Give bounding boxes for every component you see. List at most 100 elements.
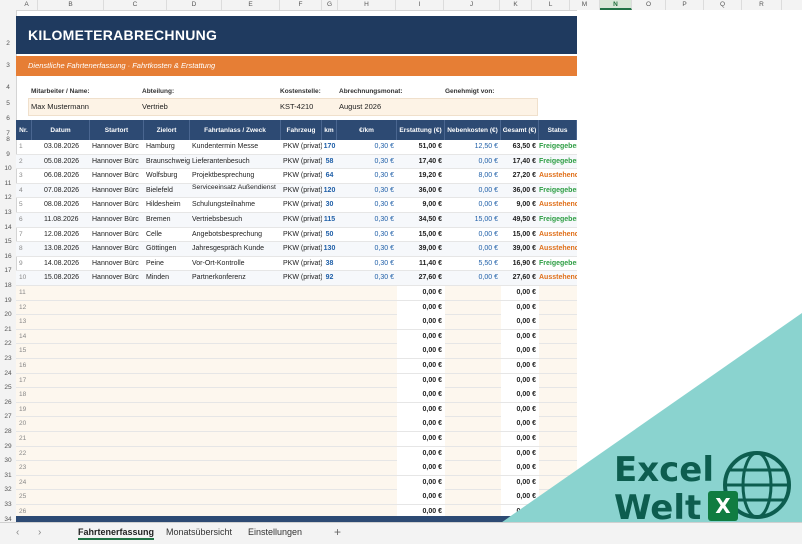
cell-neben[interactable] — [445, 286, 501, 300]
cell-start[interactable] — [90, 461, 144, 475]
cell-nr[interactable]: 5 — [16, 198, 32, 212]
cell-erst[interactable]: 0,00 € — [397, 446, 445, 461]
meta-value-name[interactable]: Max Mustermann — [31, 102, 89, 111]
column-header-h[interactable]: H — [338, 0, 396, 10]
row-header[interactable]: 29 — [0, 441, 16, 453]
cell-status[interactable]: Freigegeben — [539, 155, 577, 169]
cell-fahrzeug[interactable] — [281, 330, 322, 344]
column-header-c[interactable]: C — [104, 0, 167, 10]
cell-erst[interactable]: 0,00 € — [397, 315, 445, 330]
row-header[interactable]: 22 — [0, 338, 16, 350]
column-header-d[interactable]: D — [167, 0, 222, 10]
cell-ziel[interactable]: Minden — [144, 271, 190, 285]
table-row[interactable]: 7 12.08.2026 Hannover Bürc Celle Angebotsbes… — [16, 228, 577, 243]
cell-fahrzeug[interactable]: PKW (privat) — [281, 169, 322, 183]
cell-km[interactable] — [322, 447, 337, 461]
cell-ziel[interactable]: Wolfsburg — [144, 169, 190, 183]
cell-status[interactable] — [539, 286, 577, 300]
tab-einstellungen[interactable]: Einstellungen — [248, 527, 302, 537]
cell-ziel[interactable] — [144, 315, 190, 329]
cell-ziel[interactable]: Peine — [144, 257, 190, 271]
cell-km[interactable] — [322, 490, 337, 504]
row-header[interactable]: 28 — [0, 426, 16, 438]
cell-nr[interactable]: 21 — [16, 432, 32, 446]
cell-datum[interactable]: 12.08.2026 — [32, 228, 90, 242]
cell-erst[interactable]: 27,60 € — [397, 271, 445, 285]
cell-erst[interactable]: 19,20 € — [397, 169, 445, 183]
column-header-o[interactable]: O — [632, 0, 666, 10]
cell-start[interactable] — [90, 286, 144, 300]
cell-km[interactable]: 38 — [322, 257, 337, 271]
row-header[interactable]: 31 — [0, 470, 16, 482]
cell-erst[interactable]: 0,00 € — [397, 417, 445, 432]
column-header-m[interactable]: M — [570, 0, 600, 10]
cell-neben[interactable]: 0,00 € — [445, 184, 501, 198]
scroll-right-icon[interactable]: › — [38, 527, 41, 538]
cell-zweck[interactable]: Vor-Ort-Kontrolle — [190, 257, 281, 271]
cell-km[interactable] — [322, 344, 337, 358]
table-row[interactable]: 9 14.08.2026 Hannover Bürc Peine Vor-Ort-Kon… — [16, 257, 577, 272]
cell-zweck[interactable] — [190, 330, 281, 344]
cell-erst[interactable]: 0,00 € — [397, 490, 445, 505]
cell-start[interactable]: Hannover Bürc — [90, 213, 144, 227]
cell-ziel[interactable]: Hildesheim — [144, 198, 190, 212]
cell-km[interactable]: 120 — [322, 184, 337, 198]
cell-erst[interactable]: 11,40 € — [397, 257, 445, 271]
cell-gesamt[interactable]: 17,40 € — [501, 155, 539, 169]
row-header[interactable]: 9 — [0, 149, 16, 161]
cell-datum[interactable] — [32, 417, 90, 431]
cell-datum[interactable]: 06.08.2026 — [32, 169, 90, 183]
cell-datum[interactable] — [32, 315, 90, 329]
cell-zweck[interactable]: Angebotsbesprechung — [190, 228, 281, 242]
cell-datum[interactable] — [32, 447, 90, 461]
cell-nr[interactable]: 20 — [16, 417, 32, 431]
cell-fahrzeug[interactable]: PKW (privat) — [281, 213, 322, 227]
cell-datum[interactable] — [32, 388, 90, 402]
cell-gesamt[interactable]: 27,60 € — [501, 271, 539, 285]
cell-erst[interactable]: 0,00 € — [397, 344, 445, 359]
cell-datum[interactable] — [32, 301, 90, 315]
cell-datum[interactable] — [32, 359, 90, 373]
row-header[interactable]: 5 — [0, 98, 16, 110]
cell-eurkm[interactable]: 0,30 € — [337, 169, 397, 183]
cell-nr[interactable]: 1 — [16, 140, 32, 154]
cell-eurkm[interactable]: 0,30 € — [337, 228, 397, 242]
cell-km[interactable] — [322, 301, 337, 315]
cell-start[interactable] — [90, 432, 144, 446]
cell-fahrzeug[interactable] — [281, 447, 322, 461]
table-header-cell[interactable]: Datum — [32, 120, 90, 140]
cell-start[interactable] — [90, 476, 144, 490]
cell-nr[interactable]: 18 — [16, 388, 32, 402]
cell-status[interactable]: Ausstehend — [539, 169, 577, 183]
cell-status[interactable]: Ausstehend — [539, 228, 577, 242]
cell-nr[interactable]: 4 — [16, 184, 32, 198]
column-header-j[interactable]: J — [444, 0, 500, 10]
cell-fahrzeug[interactable] — [281, 301, 322, 315]
cell-km[interactable] — [322, 315, 337, 329]
cell-datum[interactable]: 15.08.2026 — [32, 271, 90, 285]
column-header-p[interactable]: P — [666, 0, 704, 10]
table-header-cell[interactable]: km — [322, 120, 337, 140]
cell-erst[interactable]: 0,00 € — [397, 402, 445, 417]
table-row[interactable]: 5 08.08.2026 Hannover Bürc Hildesheim Schulu… — [16, 198, 577, 213]
column-header-e[interactable]: E — [222, 0, 280, 10]
cell-start[interactable] — [90, 490, 144, 504]
cell-datum[interactable] — [32, 344, 90, 358]
cell-nr[interactable]: 12 — [16, 301, 32, 315]
row-header[interactable]: 11 — [0, 178, 16, 190]
cell-nr[interactable]: 16 — [16, 359, 32, 373]
cell-ziel[interactable] — [144, 286, 190, 300]
cell-datum[interactable]: 03.08.2026 — [32, 140, 90, 154]
table-header-cell[interactable]: Fahrtanlass / Zweck — [190, 120, 281, 140]
cell-gesamt[interactable]: 49,50 € — [501, 213, 539, 227]
cell-fahrzeug[interactable] — [281, 374, 322, 388]
cell-start[interactable]: Hannover Bürc — [90, 155, 144, 169]
row-header[interactable]: 19 — [0, 295, 16, 307]
cell-gesamt[interactable]: 0,00 € — [501, 286, 539, 300]
cell-neben[interactable]: 0,00 € — [445, 198, 501, 212]
cell-status[interactable]: Ausstehend — [539, 242, 577, 256]
row-header[interactable]: 25 — [0, 382, 16, 394]
cell-start[interactable] — [90, 388, 144, 402]
column-header-f[interactable]: F — [280, 0, 322, 10]
cell-zweck[interactable]: Schulungsteilnahme — [190, 198, 281, 212]
